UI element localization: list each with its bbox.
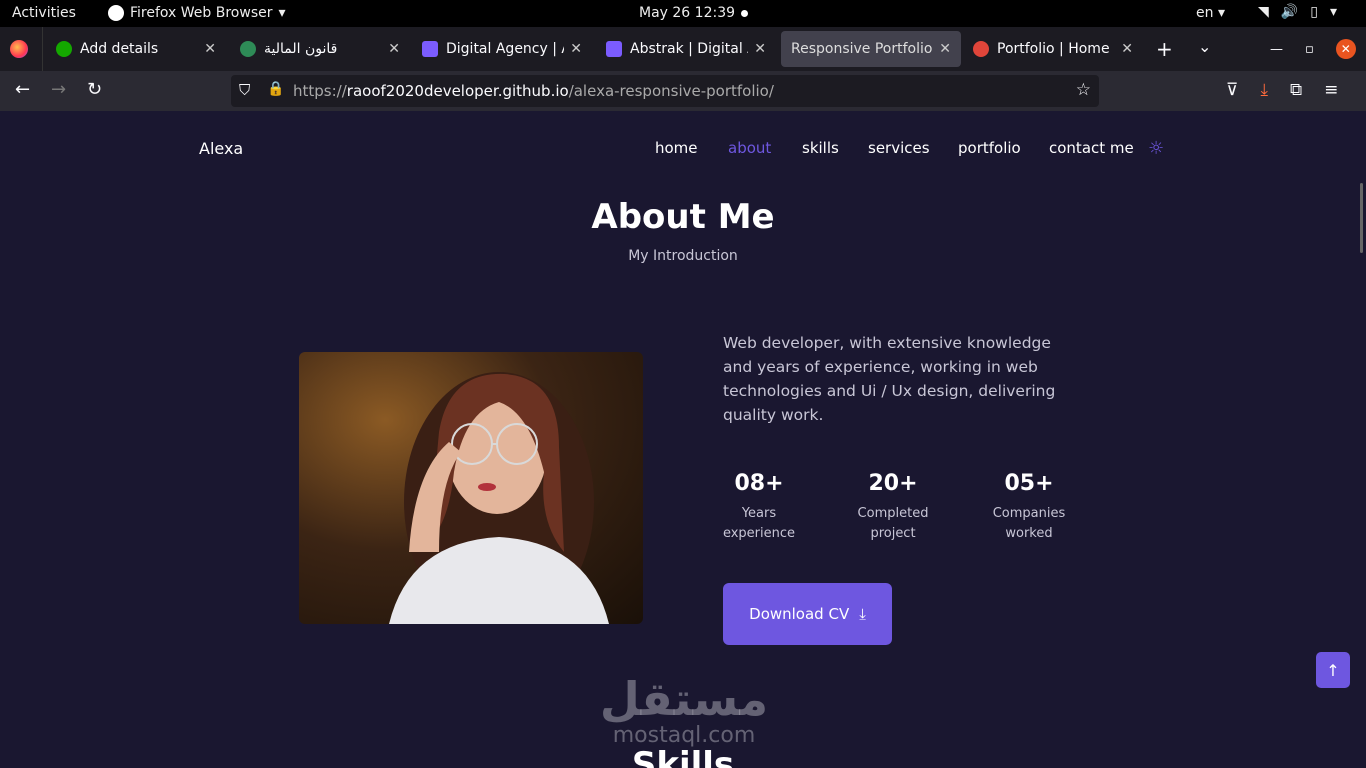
nav-link-skills[interactable]: skills <box>802 139 839 157</box>
tab-label: قانون المالية <box>264 41 338 57</box>
page-scrollbar[interactable] <box>1360 183 1363 253</box>
reload-icon[interactable]: ↻ <box>87 79 102 100</box>
hamburger-menu-icon[interactable]: ≡ <box>1324 80 1338 100</box>
language-indicator[interactable]: en ▾ <box>1196 5 1225 21</box>
list-all-tabs-chevron-icon[interactable]: ⌄ <box>1198 37 1211 56</box>
web-page: Alexa home about skills services portfol… <box>0 111 1366 768</box>
flag-icon <box>240 41 256 57</box>
url-text[interactable]: https://raoof2020developer.github.io/ale… <box>293 82 774 100</box>
nav-link-portfolio[interactable]: portfolio <box>958 139 1021 157</box>
notification-dot <box>741 10 748 17</box>
nav-link-services[interactable]: services <box>868 139 930 157</box>
tracking-shield-icon[interactable]: ⛉ <box>239 81 250 99</box>
activities-button[interactable]: Activities <box>12 5 76 21</box>
close-icon[interactable]: ✕ <box>1121 41 1133 57</box>
tab-digital-agency[interactable]: Digital Agency | Ab ✕ <box>412 31 592 67</box>
tab-label: Portfolio | Home <box>997 41 1110 57</box>
portfolio-avatar-icon <box>973 41 989 57</box>
tab-label: Abstrak | Digital Ag <box>630 41 748 57</box>
watermark: مستقل mostaql.com <box>598 673 770 747</box>
site-brand-logo[interactable]: Alexa <box>199 139 243 158</box>
tab-finance-law[interactable]: قانون المالية ✕ <box>230 31 410 67</box>
close-icon[interactable]: ✕ <box>570 41 582 57</box>
stat-value: 08+ <box>734 471 784 496</box>
about-profile-photo <box>299 352 643 624</box>
about-description: Web developer, with extensive knowledge … <box>723 334 1056 424</box>
tab-portfolio-home[interactable]: Portfolio | Home ✕ <box>963 31 1143 67</box>
system-tray[interactable]: ◥ 🔊 ▯ ▾ <box>1258 4 1337 20</box>
tab-add-details[interactable]: Add details ✕ <box>46 31 226 67</box>
upwork-icon <box>56 41 72 57</box>
theme-toggle-sun-icon[interactable]: ☼ <box>1148 138 1164 159</box>
url-host: raoof2020developer.github.io <box>346 82 569 100</box>
extensions-puzzle-icon[interactable]: ⧉ <box>1290 80 1302 100</box>
wifi-icon: ◥ <box>1258 4 1269 20</box>
close-icon[interactable]: ✕ <box>388 41 400 57</box>
url-scheme: https:// <box>293 82 347 100</box>
profile-illustration <box>389 372 609 624</box>
bookmark-star-icon[interactable]: ☆ <box>1076 80 1091 100</box>
maximize-icon[interactable]: ▫ <box>1305 42 1314 57</box>
skills-section-title: Skills <box>631 745 735 768</box>
stat-years-experience: 08+ Years experience <box>704 471 814 544</box>
watermark-latin: mostaql.com <box>612 723 756 748</box>
nav-link-home[interactable]: home <box>655 139 698 157</box>
forward-arrow-icon[interactable]: → <box>51 79 66 100</box>
app-name: Firefox Web Browser <box>130 5 273 21</box>
close-window-icon[interactable]: ✕ <box>1335 39 1356 59</box>
stat-completed-project: 20+ Completed project <box>838 471 948 544</box>
battery-icon: ▯ <box>1310 4 1318 20</box>
navigation-toolbar: ← → ↻ ⛉ 🔒 https://raoof2020developer.git… <box>0 71 1366 111</box>
toolbar-right-buttons: ⊽ ⤓ ⧉ ≡ <box>1226 80 1338 100</box>
download-icon: ⤓ <box>859 605 866 623</box>
scroll-to-top-button[interactable]: ↑ <box>1316 652 1350 688</box>
firefox-icon <box>108 5 124 21</box>
firefox-view-icon[interactable] <box>10 40 28 58</box>
abstrak-logo-icon <box>606 41 622 57</box>
clock[interactable]: May 26 12:39 <box>639 5 735 21</box>
minimize-icon[interactable]: — <box>1270 42 1283 57</box>
chevron-down-icon: ▾ <box>1329 4 1337 20</box>
section-title: About Me <box>591 197 775 237</box>
download-icon[interactable]: ⤓ <box>1260 80 1268 100</box>
close-icon[interactable]: ✕ <box>754 41 766 57</box>
tab-label: Digital Agency | Ab <box>446 41 564 57</box>
system-top-bar: Activities Firefox Web Browser ▾ May 26 … <box>0 0 1366 27</box>
stat-caption: Completed project <box>857 506 929 541</box>
arrow-up-icon: ↑ <box>1326 660 1340 680</box>
download-cv-label: Download CV <box>749 605 850 623</box>
back-arrow-icon[interactable]: ← <box>15 79 30 100</box>
stat-caption: Years experience <box>722 506 796 541</box>
agency-logo-icon <box>422 41 438 57</box>
volume-icon: 🔊 <box>1280 4 1299 20</box>
address-bar[interactable]: ⛉ 🔒 https://raoof2020developer.github.io… <box>231 75 1099 107</box>
tab-strip: Add details ✕ قانون المالية ✕ Digital Ag… <box>0 27 1366 71</box>
tab-abstrak[interactable]: Abstrak | Digital Ag ✕ <box>596 31 776 67</box>
nav-link-contact[interactable]: contact me <box>1049 139 1134 157</box>
url-path: /alexa-responsive-portfolio/ <box>568 82 774 100</box>
stat-companies-worked: 05+ Companies worked <box>974 471 1084 544</box>
download-cv-button[interactable]: Download CV ⤓ <box>723 583 892 645</box>
tab-separator <box>42 27 43 71</box>
window-controls: — ▫ ✕ <box>1270 39 1356 59</box>
lock-icon[interactable]: 🔒 <box>267 81 284 97</box>
close-icon[interactable]: ✕ <box>204 41 216 57</box>
language-label: en <box>1196 5 1214 21</box>
section-subtitle: My Introduction <box>628 248 738 264</box>
chevron-down-icon: ▾ <box>278 5 286 21</box>
stat-value: 20+ <box>868 471 918 496</box>
stat-value: 05+ <box>1004 471 1054 496</box>
tab-label: Responsive Portfolio W <box>791 41 933 57</box>
watermark-arabic: مستقل <box>599 672 769 726</box>
new-tab-plus-icon[interactable]: + <box>1156 37 1173 61</box>
close-icon[interactable]: ✕ <box>939 41 951 57</box>
pocket-icon[interactable]: ⊽ <box>1226 80 1238 100</box>
tab-responsive-portfolio[interactable]: Responsive Portfolio W ✕ <box>781 31 961 67</box>
app-menu[interactable]: Firefox Web Browser ▾ <box>108 5 286 21</box>
tab-label: Add details <box>80 41 159 57</box>
stat-caption: Companies worked <box>992 506 1066 541</box>
nav-link-about[interactable]: about <box>728 139 771 157</box>
